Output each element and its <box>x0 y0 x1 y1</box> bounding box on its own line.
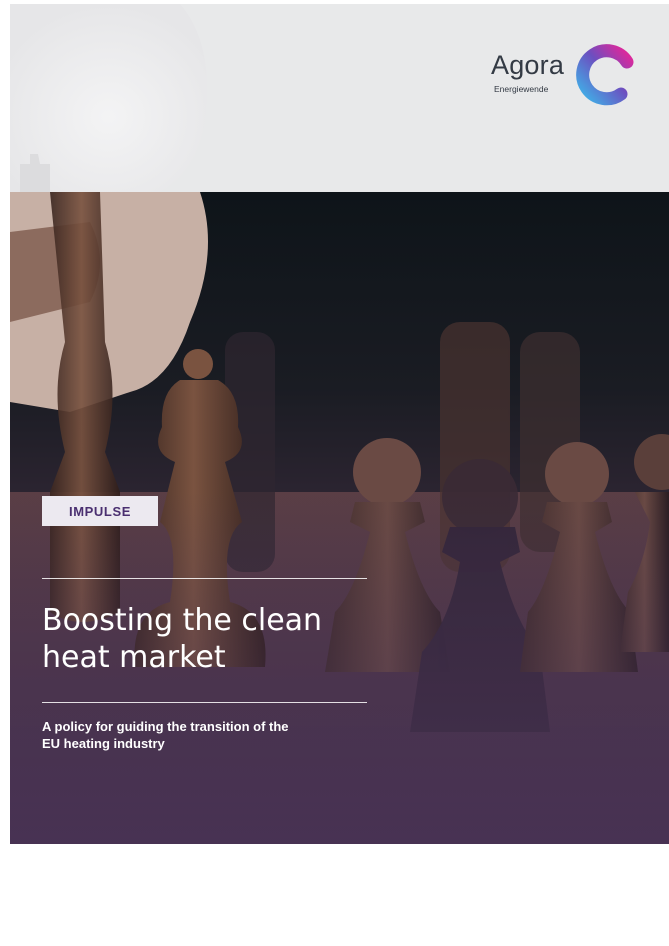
logo-subtitle: Energiewende <box>494 84 549 94</box>
agora-logo[interactable]: Agora Energiewende <box>491 44 641 108</box>
report-subtitle: A policy for guiding the transition of t… <box>42 718 362 752</box>
report-cover: Agora Energiewende IMPULSE Boosting the … <box>10 4 669 844</box>
page: Agora Energiewende IMPULSE Boosting the … <box>0 0 669 946</box>
logo-swirl-icon <box>576 44 634 106</box>
badge-label: IMPULSE <box>69 503 131 519</box>
report-title: Boosting the clean heat market <box>42 602 382 676</box>
title-top-rule <box>42 578 367 579</box>
title-line-1: Boosting the clean <box>42 603 323 638</box>
title-line-2: heat market <box>42 640 226 675</box>
impulse-badge: IMPULSE <box>42 496 158 526</box>
logo-wordmark: Agora <box>491 50 565 80</box>
title-bottom-rule <box>42 702 367 703</box>
subtitle-line-1: A policy for guiding the transition of t… <box>42 719 289 734</box>
subtitle-line-2: EU heating industry <box>42 736 165 751</box>
